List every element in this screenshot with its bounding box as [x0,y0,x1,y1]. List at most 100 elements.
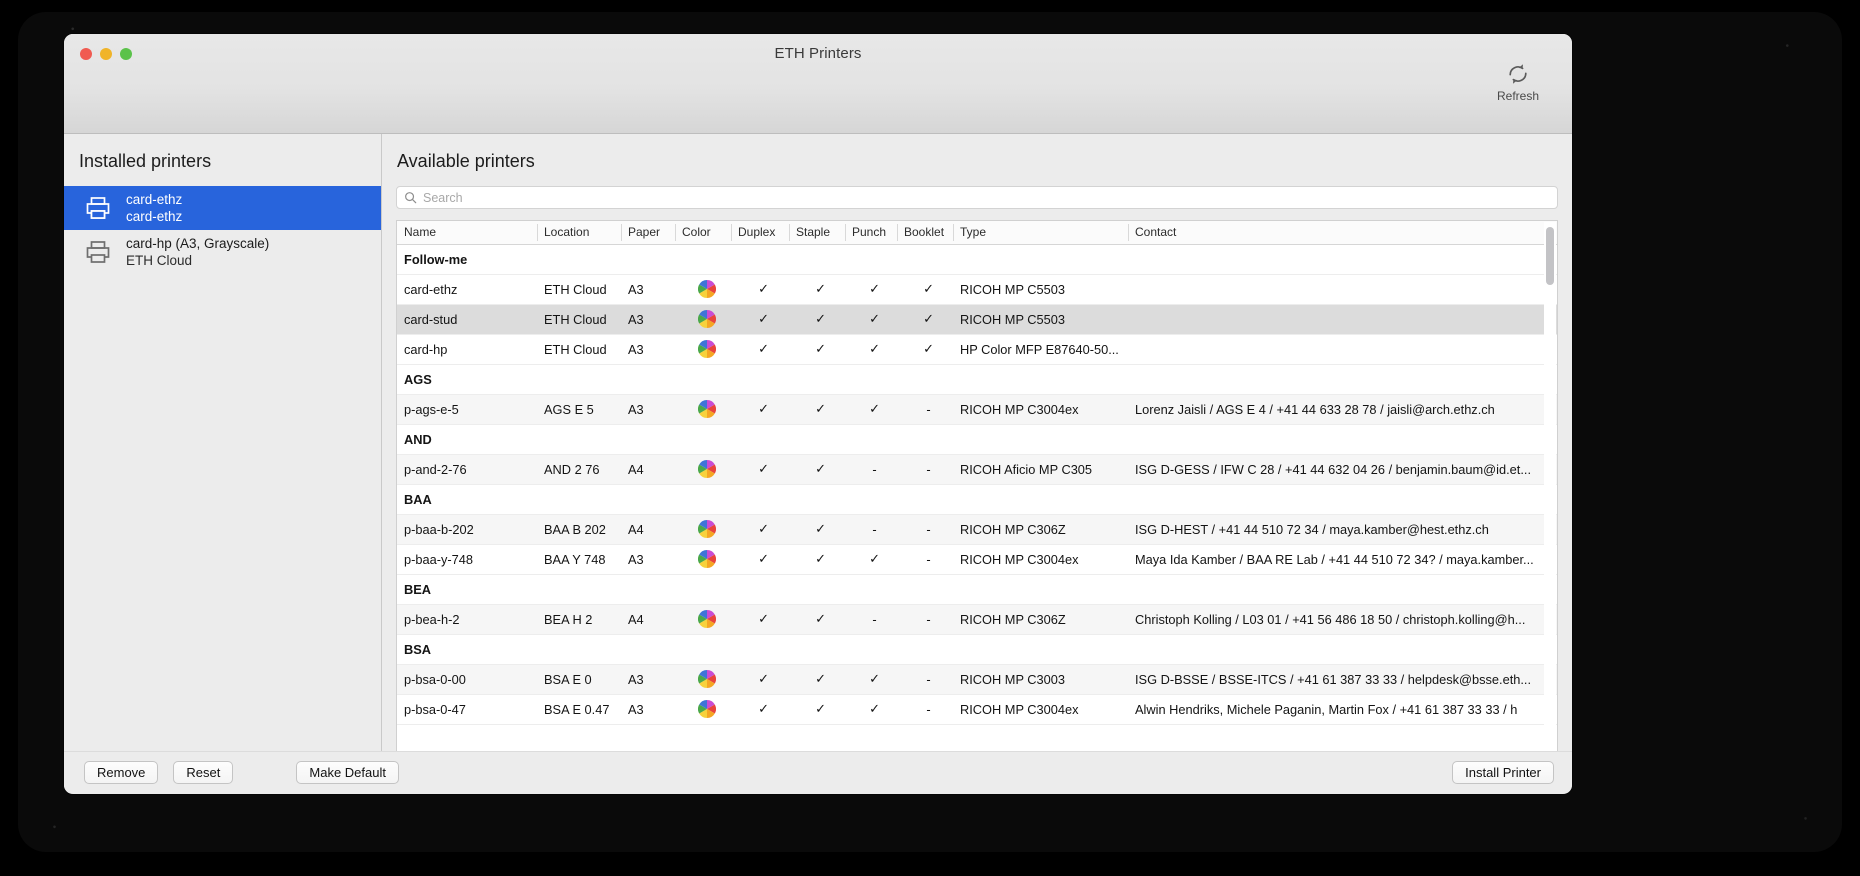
table-row[interactable]: p-baa-y-748 BAA Y 748 A3 ✓ ✓ ✓ - RICOH MP C3004… [397,544,1557,575]
footer-right-buttons: Install Printer [1452,761,1554,784]
printer-icon [86,241,110,263]
table-group-label: BEA [397,574,1557,605]
sidebar-item-card-ethz[interactable]: card-ethz card-ethz [64,186,381,230]
cell-paper: A3 [621,664,675,695]
table-group-row: BSA [397,634,1557,665]
color-wheel-icon [697,460,716,478]
search-box[interactable] [396,186,1558,209]
table-row[interactable]: card-ethz ETH Cloud A3 ✓ ✓ ✓ ✓ RICOH MP C5503 [397,274,1557,305]
cell-duplex: ✓ [731,544,789,575]
refresh-button[interactable]: Refresh [1486,61,1550,103]
color-wheel-icon [697,340,716,358]
table-row[interactable]: p-and-2-76 AND 2 76 A4 ✓ ✓ - - RICOH Aficio MP … [397,454,1557,485]
cell-contact: Christoph Kolling / L03 01 / +41 56 486 … [1128,604,1557,635]
color-wheel-icon [697,400,716,418]
table-group-row: BEA [397,574,1557,605]
cell-punch: ✓ [845,694,897,725]
cell-staple: ✓ [789,274,845,305]
cell-paper: A3 [621,334,675,365]
window-body: Installed printers card-ethz card-ethz c… [64,134,1572,751]
color-wheel-icon [697,310,716,328]
table-group-label: AGS [397,364,1557,395]
remove-button[interactable]: Remove [84,761,159,784]
table-scrollbar-thumb[interactable] [1546,227,1554,285]
column-header-location[interactable]: Location [537,221,621,245]
table-row[interactable]: card-stud ETH Cloud A3 ✓ ✓ ✓ ✓ RICOH MP C5503 [397,304,1557,335]
cell-location: ETH Cloud [537,334,621,365]
cell-booklet: ✓ [897,274,953,305]
table-scrollbar[interactable] [1544,222,1556,750]
cell-duplex: ✓ [731,304,789,335]
cell-type: RICOH MP C3004ex [953,544,1128,575]
cell-duplex: ✓ [731,274,789,305]
color-wheel-icon [697,670,716,688]
cell-booklet: - [897,514,953,545]
footer-left-buttons: Remove Reset Make Default [84,761,399,784]
cell-contact: ISG D-GESS / IFW C 28 / +41 44 632 04 26… [1128,454,1557,485]
cell-contact [1128,334,1557,365]
cell-paper: A3 [621,394,675,425]
column-header-booklet[interactable]: Booklet [897,221,953,245]
cell-paper: A4 [621,604,675,635]
refresh-circular-arrows-icon [1509,64,1527,84]
make-default-button[interactable]: Make Default [296,761,399,784]
table-group-label: BAA [397,484,1557,515]
cell-paper: A4 [621,454,675,485]
column-header-contact[interactable]: Contact [1128,221,1557,245]
column-header-punch[interactable]: Punch [845,221,897,245]
cell-color [675,694,731,725]
table-row[interactable]: p-ags-e-5 AGS E 5 A3 ✓ ✓ ✓ - RICOH MP C3004ex Lo… [397,394,1557,425]
cell-name: card-ethz [397,274,537,305]
printers-table-container: Name Location Paper Color Duplex Staple … [396,220,1558,751]
main-heading: Available printers [397,151,535,171]
table-row[interactable]: p-bsa-0-00 BSA E 0 A3 ✓ ✓ ✓ - RICOH MP C3003 ISG… [397,664,1557,695]
cell-type: RICOH MP C306Z [953,604,1128,635]
search-input[interactable] [423,190,1550,205]
cell-location: AND 2 76 [537,454,621,485]
cell-location: BSA E 0.47 [537,694,621,725]
cell-color [675,664,731,695]
cell-staple: ✓ [789,304,845,335]
column-header-staple[interactable]: Staple [789,221,845,245]
table-row[interactable]: card-hp ETH Cloud A3 ✓ ✓ ✓ ✓ HP Color MFP E8764… [397,334,1557,365]
cell-paper: A3 [621,304,675,335]
cell-location: BEA H 2 [537,604,621,635]
color-wheel-icon [697,700,716,718]
cell-staple: ✓ [789,334,845,365]
cell-type: RICOH MP C3004ex [953,694,1128,725]
printer-icon [86,197,110,219]
cell-contact: Maya Ida Kamber / BAA RE Lab / +41 44 51… [1128,544,1557,575]
cell-booklet: - [897,544,953,575]
table-group-row: AGS [397,364,1557,395]
cell-color [675,544,731,575]
install-printer-button[interactable]: Install Printer [1452,761,1554,784]
table-group-label: AND [397,424,1557,455]
installed-printers-list: card-ethz card-ethz card-hp (A3, Graysca… [64,186,381,274]
table-group-row: BAA [397,484,1557,515]
color-wheel-icon [697,280,716,298]
sidebar-item-subtitle: ETH Cloud [126,253,193,268]
column-header-color[interactable]: Color [675,221,731,245]
window-titlebar: ETH Printers Refresh [64,34,1572,134]
table-row[interactable]: p-bsa-0-47 BSA E 0.47 A3 ✓ ✓ ✓ - RICOH MP C3004… [397,694,1557,725]
column-header-type[interactable]: Type [953,221,1128,245]
reset-button[interactable]: Reset [173,761,234,784]
cell-type: RICOH Aficio MP C305 [953,454,1128,485]
printers-table-body: Follow-me card-ethz ETH Cloud A3 ✓ ✓ ✓ ✓ RICOH M… [397,244,1557,725]
sidebar-item-subtitle: card-ethz [126,209,183,224]
table-row[interactable]: p-baa-b-202 BAA B 202 A4 ✓ ✓ - - RICOH MP C306Z… [397,514,1557,545]
cell-booklet: - [897,664,953,695]
installed-printers-sidebar: Installed printers card-ethz card-ethz c… [64,134,382,751]
cell-name: card-hp [397,334,537,365]
cell-type: RICOH MP C5503 [953,274,1128,305]
cell-name: p-bea-h-2 [397,604,537,635]
sidebar-item-card-hp[interactable]: card-hp (A3, Grayscale) ETH Cloud [64,230,381,274]
table-row[interactable]: p-bea-h-2 BEA H 2 A4 ✓ ✓ - - RICOH MP C306Z Chri… [397,604,1557,635]
column-header-name[interactable]: Name [397,221,537,245]
search-icon [405,192,417,204]
cell-location: BAA Y 748 [537,544,621,575]
column-header-paper[interactable]: Paper [621,221,675,245]
cell-name: p-baa-b-202 [397,514,537,545]
column-header-duplex[interactable]: Duplex [731,221,789,245]
cell-type: HP Color MFP E87640-50... [953,334,1128,365]
